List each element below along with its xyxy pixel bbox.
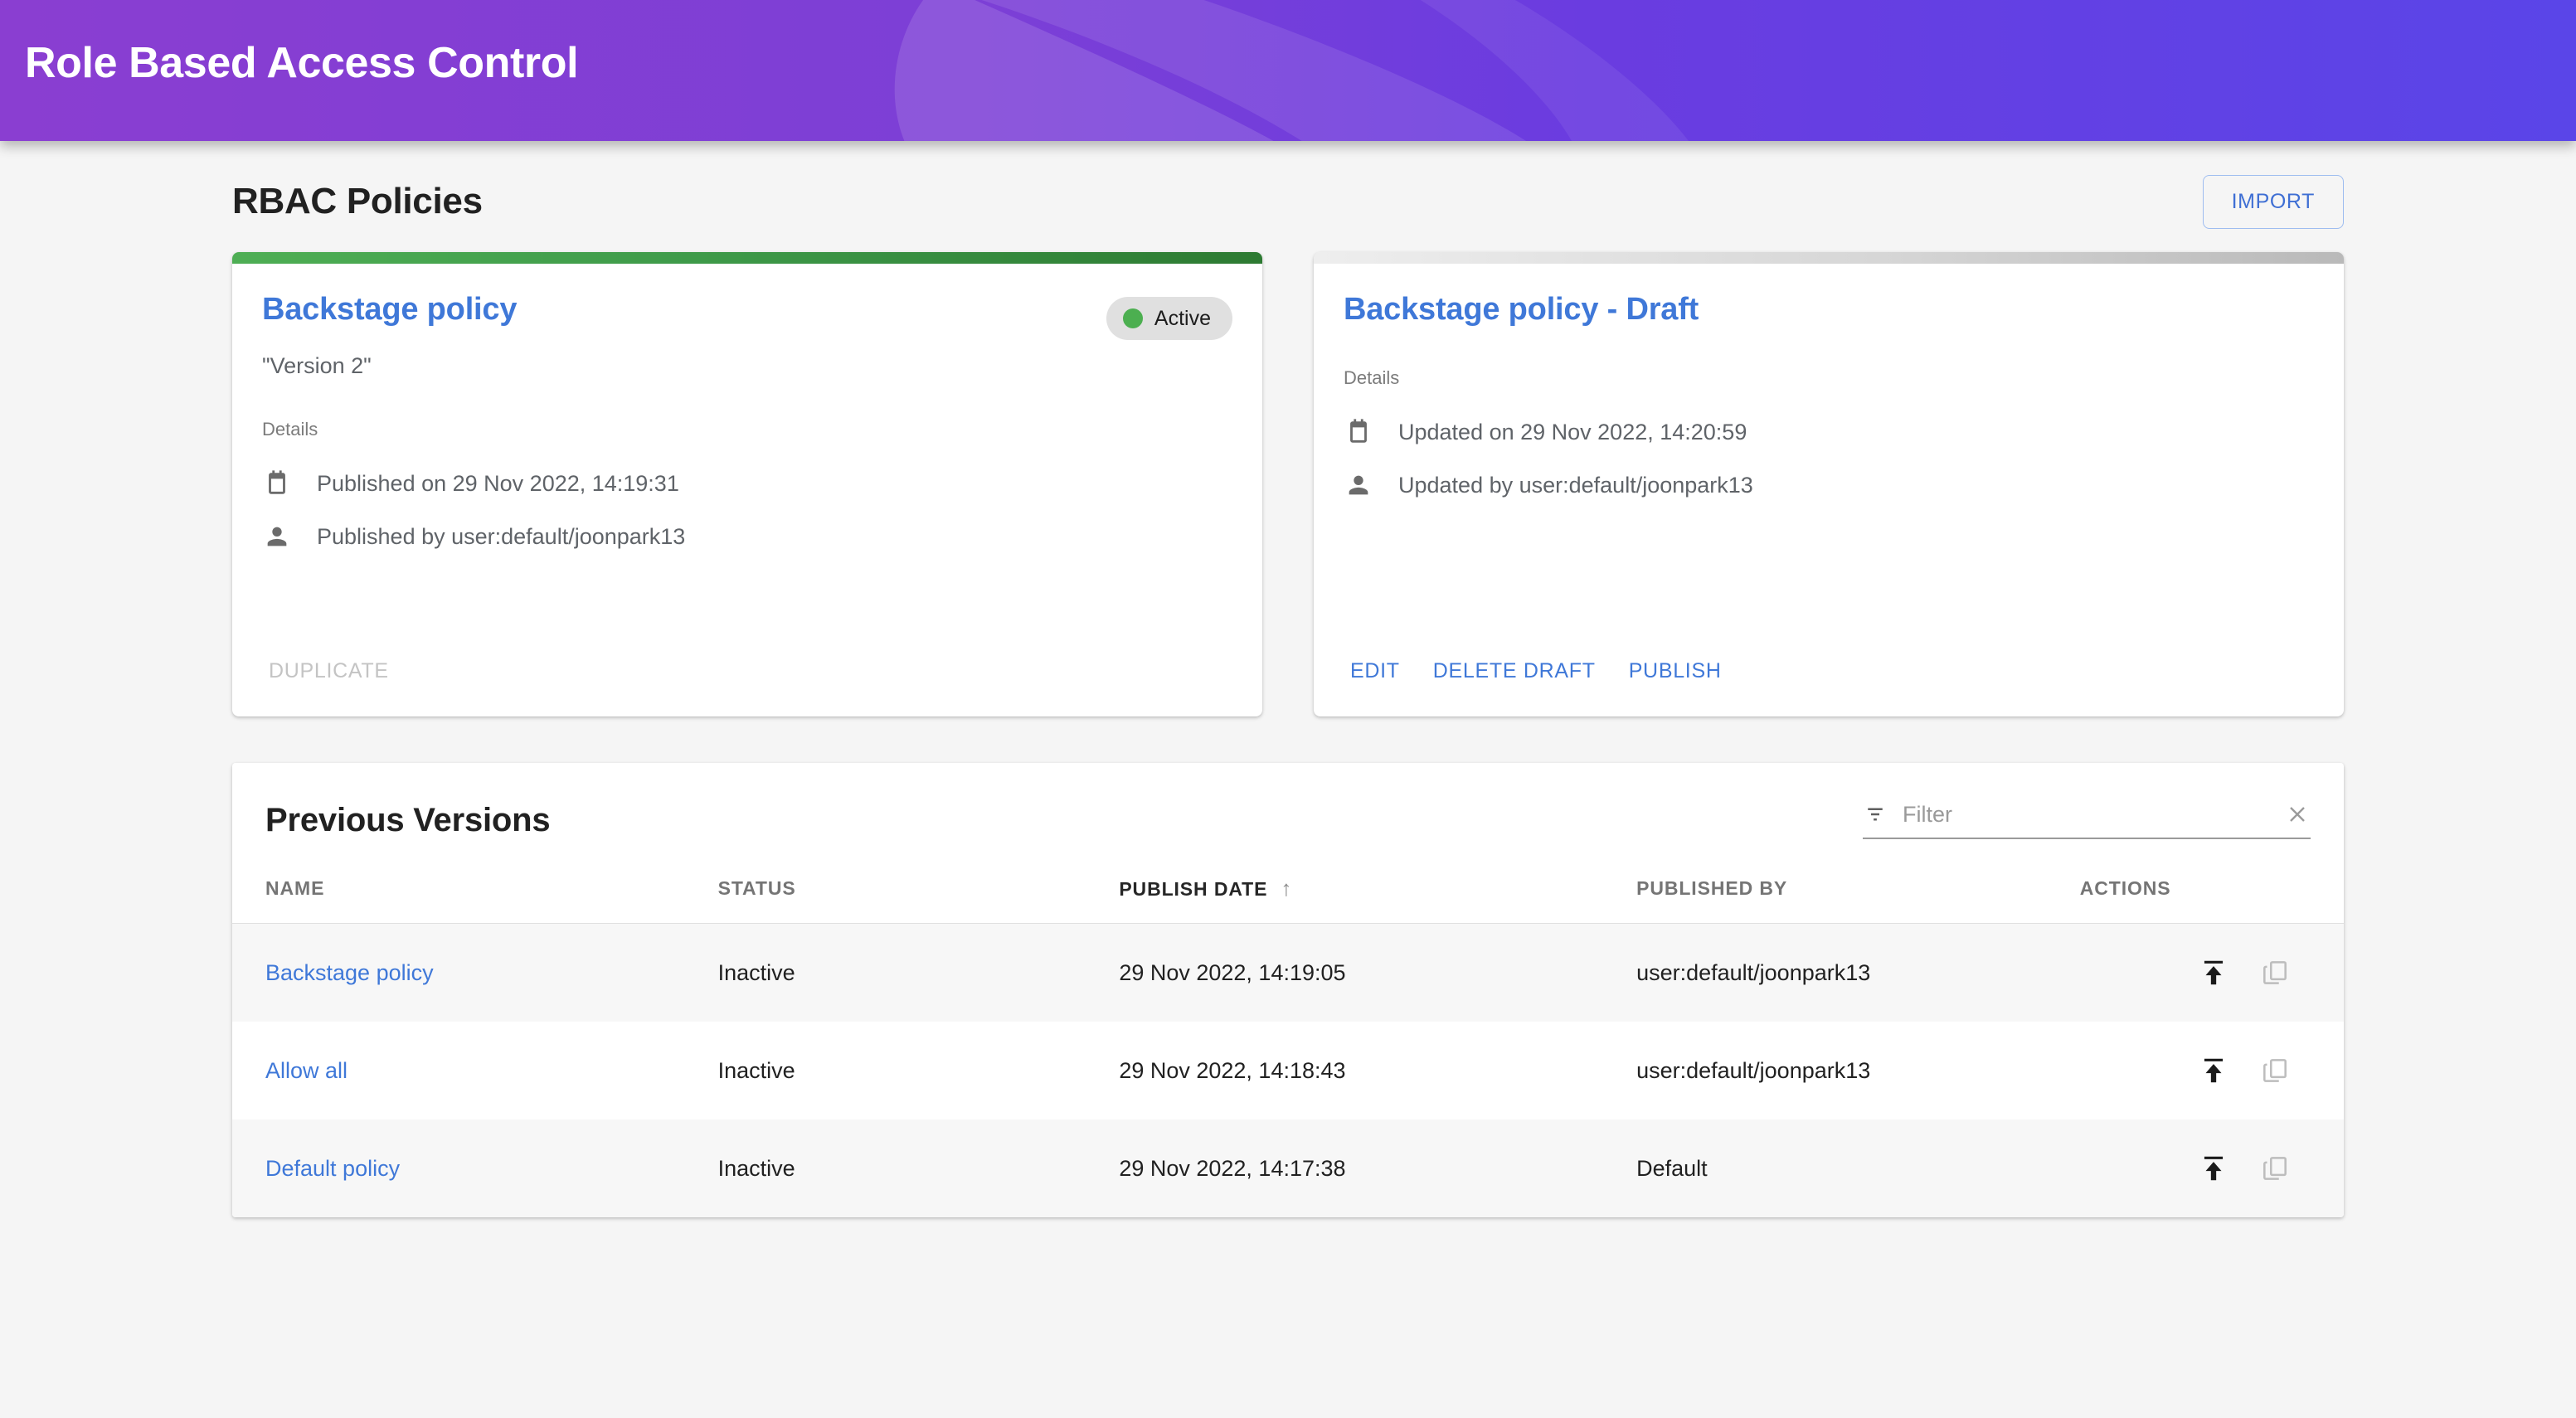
- card-actions: EDIT DELETE DRAFT PUBLISH: [1314, 648, 2344, 716]
- policy-version-text: "Version 2": [262, 353, 372, 378]
- detail-row: Updated by user:default/joonpark13: [1344, 459, 2314, 512]
- cell-name: Allow all: [232, 1022, 718, 1119]
- import-button[interactable]: IMPORT: [2202, 174, 2344, 229]
- column-header-name[interactable]: NAME: [232, 861, 718, 924]
- details-label: Details: [1344, 367, 1400, 388]
- policy-cards: Backstage policy Active "Version 2" Deta…: [232, 252, 2344, 716]
- calendar-icon: [1344, 417, 1373, 447]
- card-header: Backstage policy Active: [262, 292, 1232, 340]
- table-row: Backstage policy Inactive 29 Nov 2022, 1…: [232, 923, 2344, 1022]
- policy-card-draft: Backstage policy - Draft Details Updated…: [1314, 252, 2344, 716]
- cell-status: Inactive: [717, 1057, 795, 1083]
- delete-draft-button[interactable]: DELETE DRAFT: [1417, 648, 1612, 695]
- cell-name: Default policy: [232, 1119, 718, 1217]
- card-body: Backstage policy Active "Version 2" Deta…: [232, 264, 1262, 648]
- column-header-actions: ACTIONS: [2079, 861, 2344, 924]
- cell-status: Inactive: [717, 1155, 795, 1181]
- person-icon: [1344, 470, 1373, 500]
- filter-field[interactable]: [1863, 801, 2311, 839]
- cell-published-by: user:default/joonpark13: [1636, 1057, 1871, 1083]
- card-actions: DUPLICATE: [232, 648, 1262, 716]
- detail-row: Published by user:default/joonpark13: [262, 510, 1232, 563]
- policy-name-link[interactable]: Backstage policy: [265, 960, 434, 985]
- table-heading: Previous Versions: [265, 801, 551, 838]
- close-icon[interactable]: [2284, 801, 2311, 828]
- detail-text: Published by user:default/joonpark13: [317, 523, 686, 549]
- column-label: STATUS: [717, 877, 796, 899]
- cell-status: Inactive: [717, 959, 795, 985]
- row-actions: [2080, 1055, 2311, 1086]
- publish-icon[interactable]: [2198, 1153, 2229, 1184]
- policy-name-link[interactable]: Allow all: [265, 1058, 348, 1083]
- detail-row: Published on 29 Nov 2022, 14:19:31: [262, 457, 1232, 510]
- column-label: ACTIONS: [2079, 877, 2171, 899]
- column-label: PUBLISHED BY: [1636, 877, 1788, 899]
- column-header-status[interactable]: STATUS: [717, 861, 1120, 924]
- app-title: Role Based Access Control: [25, 39, 579, 87]
- filter-list-icon: [1863, 802, 1888, 827]
- detail-text: Published on 29 Nov 2022, 14:19:31: [317, 470, 679, 496]
- cell-actions: [2080, 1119, 2344, 1217]
- status-badge: Active: [1106, 297, 1232, 340]
- cell-actions: [2080, 1022, 2344, 1119]
- filter-input[interactable]: [1903, 801, 2269, 828]
- sort-ascending-icon: ↑: [1281, 876, 1293, 901]
- details-list: Published on 29 Nov 2022, 14:19:31 Publi…: [262, 457, 1232, 563]
- detail-row: Updated on 29 Nov 2022, 14:20:59: [1344, 405, 2314, 459]
- policy-card-title[interactable]: Backstage policy - Draft: [1344, 292, 1699, 328]
- page-content: RBAC Policies IMPORT Backstage policy Ac…: [0, 141, 2576, 1217]
- cell-published-by: user:default/joonpark13: [1636, 959, 1871, 985]
- policy-name-link[interactable]: Default policy: [265, 1156, 400, 1181]
- table-body: Backstage policy Inactive 29 Nov 2022, 1…: [232, 923, 2344, 1217]
- column-header-published-by[interactable]: PUBLISHED BY: [1636, 861, 2080, 924]
- table-row: Allow all Inactive 29 Nov 2022, 14:18:43…: [232, 1022, 2344, 1119]
- previous-versions-table: NAME STATUS PUBLISH DATE ↑ PUBLISHED BY A…: [232, 861, 2344, 1217]
- cell-publish-date: 29 Nov 2022, 14:17:38: [1119, 1155, 1346, 1181]
- edit-button[interactable]: EDIT: [1334, 648, 1417, 695]
- publish-button[interactable]: PUBLISH: [1612, 648, 1738, 695]
- status-label: Active: [1154, 306, 1211, 330]
- page-title: RBAC Policies: [232, 181, 483, 221]
- detail-text: Updated on 29 Nov 2022, 14:20:59: [1398, 419, 1747, 444]
- duplicate-button[interactable]: DUPLICATE: [252, 648, 406, 695]
- person-icon: [262, 522, 292, 551]
- column-label: PUBLISH DATE: [1119, 878, 1268, 900]
- cell-publish-date: 29 Nov 2022, 14:19:05: [1119, 959, 1346, 985]
- cell-name: Backstage policy: [232, 924, 718, 1022]
- card-body: Backstage policy - Draft Details Updated…: [1314, 264, 2344, 648]
- details-list: Updated on 29 Nov 2022, 14:20:59 Updated…: [1344, 405, 2314, 512]
- copy-icon[interactable]: [2259, 1153, 2291, 1184]
- publish-icon[interactable]: [2198, 1055, 2229, 1086]
- table-header-row: NAME STATUS PUBLISH DATE ↑ PUBLISHED BY A…: [232, 861, 2344, 924]
- column-label: NAME: [265, 877, 325, 899]
- table-row: Default policy Inactive 29 Nov 2022, 14:…: [232, 1119, 2344, 1217]
- previous-versions-card: Previous Versions NAM: [232, 763, 2344, 1217]
- publish-icon[interactable]: [2198, 957, 2229, 988]
- calendar-icon: [262, 469, 292, 498]
- policy-card-title[interactable]: Backstage policy: [262, 292, 517, 328]
- detail-text: Updated by user:default/joonpark13: [1398, 472, 1753, 498]
- card-status-bar-gray: [1314, 252, 2344, 264]
- copy-icon[interactable]: [2259, 1055, 2291, 1086]
- cell-actions: [2080, 924, 2344, 1022]
- column-header-publish-date[interactable]: PUBLISH DATE ↑: [1119, 861, 1637, 924]
- table-head: NAME STATUS PUBLISH DATE ↑ PUBLISHED BY A…: [232, 861, 2344, 924]
- table-toolbar: Previous Versions: [232, 763, 2344, 861]
- details-label: Details: [262, 419, 318, 439]
- card-header: Backstage policy - Draft: [1344, 292, 2314, 328]
- page-title-row: RBAC Policies IMPORT: [232, 141, 2344, 237]
- status-dot-icon: [1122, 308, 1143, 328]
- row-actions: [2080, 1153, 2311, 1184]
- card-status-bar-green: [232, 252, 1262, 264]
- cell-publish-date: 29 Nov 2022, 14:18:43: [1119, 1057, 1346, 1083]
- copy-icon[interactable]: [2259, 957, 2291, 988]
- cell-published-by: Default: [1636, 1155, 1708, 1181]
- row-actions: [2080, 957, 2311, 988]
- app-header: Role Based Access Control: [0, 0, 2576, 141]
- policy-card-active: Backstage policy Active "Version 2" Deta…: [232, 252, 1262, 716]
